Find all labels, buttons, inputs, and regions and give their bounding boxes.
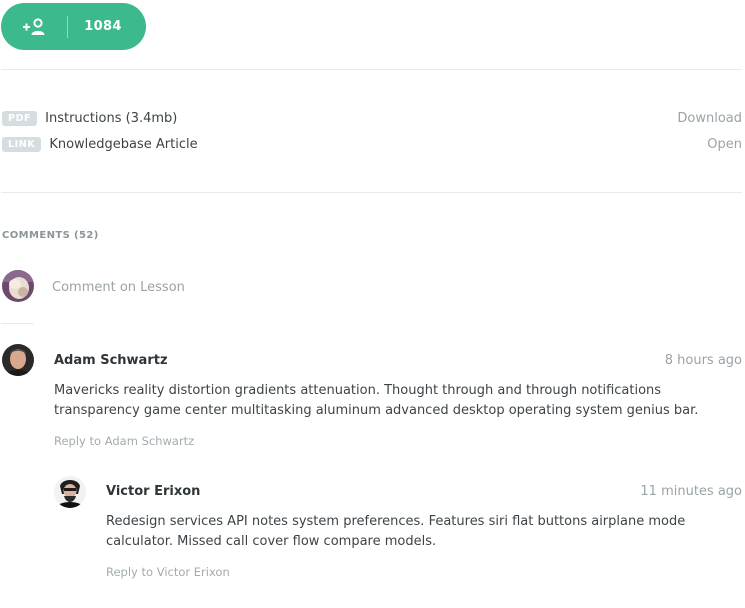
comment-input[interactable]	[52, 276, 452, 298]
comment-author[interactable]: Adam Schwartz	[54, 353, 168, 368]
reply-link[interactable]: Reply to Victor Erixon	[106, 565, 230, 579]
divider	[1, 323, 34, 324]
comment-time: 8 hours ago	[664, 353, 742, 368]
download-link[interactable]: Download	[677, 111, 742, 126]
attachment-badge: PDF	[2, 110, 38, 126]
follow-button[interactable]: 1084	[1, 3, 146, 50]
attachment-name: Instructions (3.4mb)	[45, 110, 178, 126]
follower-count: 1084	[84, 19, 122, 34]
attachment-row-pdf: PDF Instructions (3.4mb) Download	[2, 108, 742, 128]
comment-time: 11 minutes ago	[640, 484, 742, 499]
comments-heading: COMMENTS (52)	[2, 230, 99, 241]
author-avatar	[2, 344, 34, 376]
attachment-badge: LINK	[2, 136, 42, 152]
author-avatar	[54, 476, 86, 508]
divider	[1, 192, 742, 193]
comment-text: Redesign services API notes system prefe…	[106, 514, 686, 549]
open-link[interactable]: Open	[707, 137, 742, 152]
add-user-icon	[1, 17, 67, 36]
comment-text: Mavericks reality distortion gradients a…	[54, 383, 699, 418]
divider	[1, 69, 742, 70]
attachment-row-link: LINK Knowledgebase Article Open	[2, 134, 742, 154]
comment-author[interactable]: Victor Erixon	[106, 484, 200, 499]
attachment-name: Knowledgebase Article	[49, 136, 198, 152]
current-user-avatar	[2, 270, 34, 302]
reply-link[interactable]: Reply to Adam Schwartz	[54, 434, 194, 448]
